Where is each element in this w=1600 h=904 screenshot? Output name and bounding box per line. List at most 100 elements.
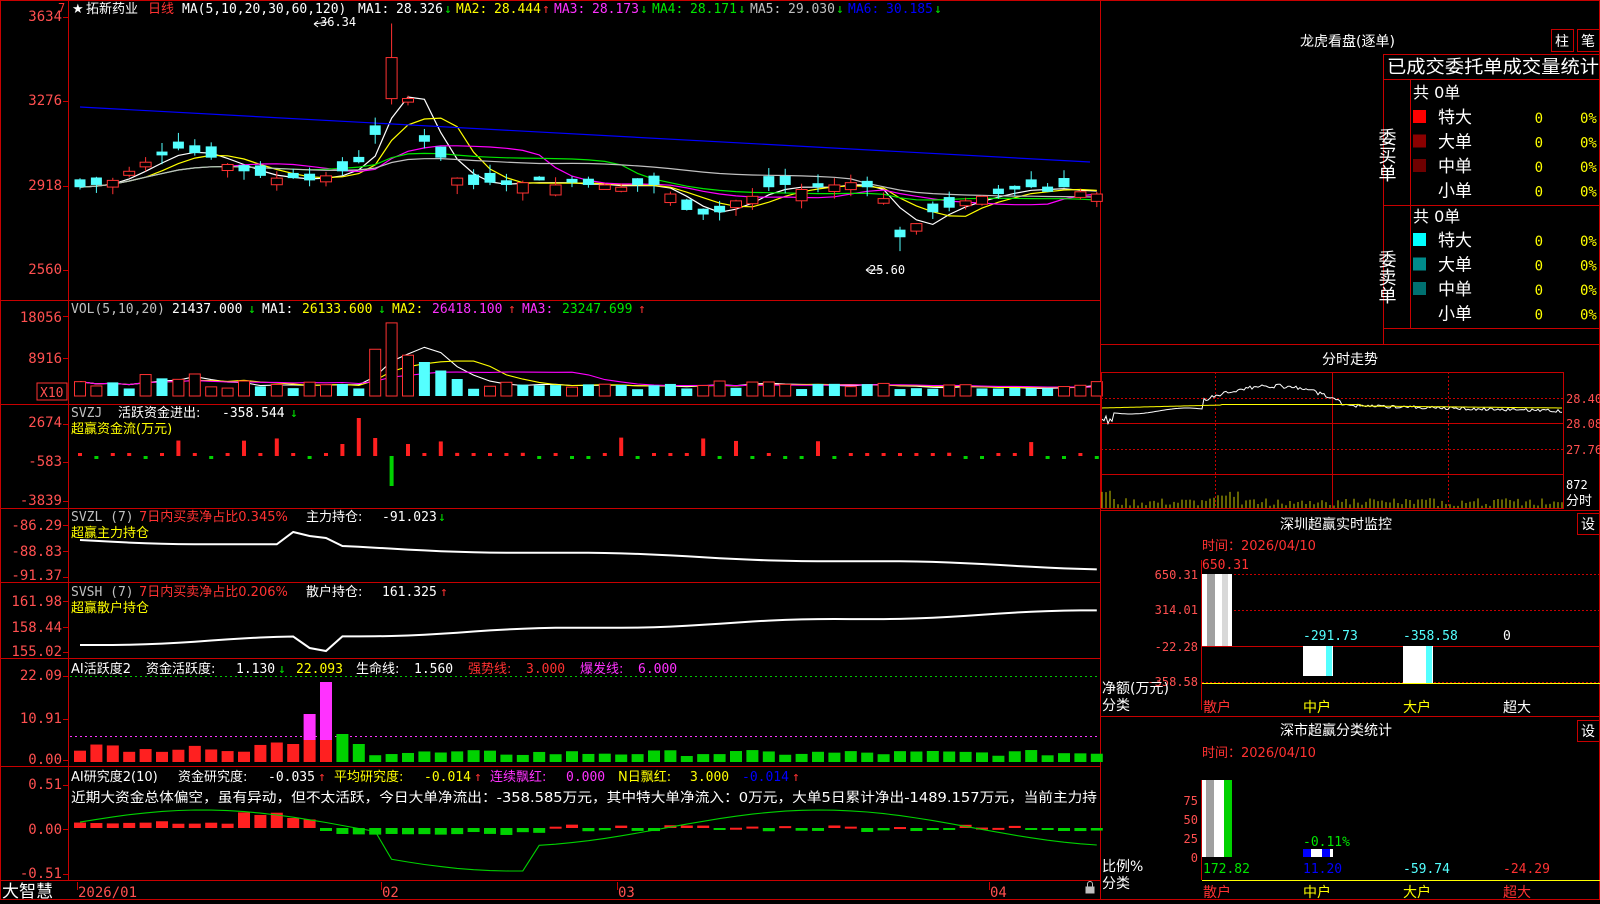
activity-bar	[762, 751, 775, 762]
volume-bar	[90, 385, 103, 397]
flow-bar	[373, 438, 378, 456]
candle-body	[877, 198, 890, 204]
activity-bar	[779, 754, 792, 762]
candle-body	[369, 125, 381, 135]
y-tick: 2918	[28, 178, 62, 194]
research-bar	[697, 825, 710, 828]
vol-y-axis: 18056 8916	[20, 310, 62, 367]
candle-body	[402, 98, 414, 103]
main-position-line	[79, 530, 1097, 571]
activity-bar	[434, 752, 447, 762]
flow-bar	[668, 453, 673, 456]
activity-bar	[500, 754, 513, 762]
candle-body	[500, 180, 512, 185]
ma2-value: 28.444	[494, 2, 541, 17]
y-tick: -86.29	[11, 518, 62, 534]
sz-bar-label: 0	[1503, 629, 1511, 644]
ma6-arrow: ↓	[934, 2, 942, 17]
activity-bar	[369, 755, 382, 762]
svzj-subtitle: 超赢资金流(万元)	[71, 421, 172, 437]
volume-bar	[681, 388, 693, 396]
research-bar	[746, 826, 759, 829]
activity-bar	[566, 751, 578, 762]
brand-logo[interactable]: 大智慧	[2, 882, 53, 902]
dragon-panel: 龙虎看盘(逐单) 柱 笔 已成交委托单成交量统计 共 0单 共 0单 委买单 委…	[1300, 29, 1600, 325]
research-bar	[779, 826, 792, 829]
stock-name[interactable]: 拓新药业	[86, 1, 138, 17]
flow-bar	[1029, 442, 1034, 456]
research-bar	[172, 823, 185, 828]
volume-bar	[188, 373, 201, 397]
dragon-row-count: 0	[1535, 308, 1543, 324]
ma1-label: MA1:	[358, 2, 389, 17]
ma5-value: 29.030	[788, 2, 835, 17]
activity-bar	[1008, 751, 1021, 762]
activity-bar	[139, 749, 152, 762]
research-bar	[631, 828, 644, 831]
svsh-y-axis: 161.98 158.44 155.02	[11, 594, 62, 660]
research-bar	[1041, 828, 1054, 830]
flow-bar	[389, 456, 394, 486]
activity-bar	[844, 751, 857, 762]
dragon-row-pct: 0%	[1580, 234, 1597, 250]
tick-view-button-label[interactable]: 笔	[1581, 34, 1595, 50]
sz-monitor-settings-label[interactable]: 设	[1581, 517, 1595, 533]
flow-bar	[1012, 453, 1017, 456]
research-bar	[795, 828, 808, 831]
ma3-arrow: ↓	[640, 2, 648, 17]
activity-bar	[418, 751, 431, 762]
ma2-label: MA2:	[456, 2, 487, 17]
research-bar	[549, 826, 562, 829]
dragon-row-name: 小单	[1438, 305, 1472, 325]
volume-bar	[107, 382, 119, 396]
flow-bar	[586, 456, 591, 459]
svzl-subtitle: 超赢主力持仓	[71, 525, 149, 541]
class-bar-retail	[1206, 780, 1214, 857]
bar-view-button-label[interactable]: 柱	[1555, 34, 1569, 50]
flow-bar	[406, 443, 410, 456]
volume-bar	[615, 385, 627, 396]
flow-bar	[930, 453, 935, 456]
sz-class-settings-label[interactable]: 设	[1581, 724, 1595, 740]
volume-bar	[500, 381, 513, 397]
research-bar	[402, 828, 414, 835]
candle-body	[779, 175, 791, 185]
y-tick: 158.44	[11, 620, 62, 636]
sz-monitor-bars: 650.31 -291.73 -358.58 0	[1202, 558, 1511, 683]
y-tick: 0.00	[28, 752, 62, 768]
volume-bar	[1074, 384, 1087, 397]
y-tick: 3634	[28, 9, 62, 25]
ai-research-f4: 3.000	[690, 770, 729, 785]
period-label[interactable]: 日线	[148, 2, 174, 17]
flow-bar	[602, 453, 607, 456]
svsh-arrow: ↑	[440, 585, 448, 600]
research-bar	[1025, 828, 1038, 830]
research-bar	[516, 828, 529, 833]
ai-research-f5: -0.014	[742, 770, 789, 785]
dragon-row-name: 中单	[1438, 280, 1472, 300]
alert-badge[interactable]: 7	[58, 1, 65, 15]
lock-icon[interactable]	[1085, 881, 1095, 894]
dragon-row-pct: 0%	[1580, 136, 1597, 152]
dragon-row-pct: 0%	[1580, 259, 1597, 275]
candle-body	[632, 178, 644, 185]
flow-bar	[980, 456, 984, 459]
flow-bar	[766, 453, 771, 456]
flow-bar	[947, 452, 952, 456]
activity-bar	[221, 751, 234, 762]
research-bar	[188, 823, 201, 828]
research-bar	[910, 828, 923, 832]
research-bar	[90, 823, 103, 828]
intraday-title: 分时走势	[1322, 352, 1378, 368]
class-value: 172.82	[1203, 862, 1250, 877]
volume-bar	[598, 383, 611, 397]
sell-group-text: 委卖单	[1376, 250, 1397, 304]
research-bar	[926, 828, 939, 830]
ai-research-f5-arrow: ↑	[792, 770, 800, 785]
main-chart-header: ★ 拓新药业 日线 MA(5,10,20,30,60,120) MA1: 28.…	[72, 1, 942, 17]
dragon-row-name: 特大	[1438, 108, 1472, 128]
intraday-vol-tick: 872	[1566, 478, 1588, 492]
favorite-star-icon[interactable]: ★	[72, 2, 84, 17]
candle-body	[730, 200, 742, 209]
scale-badge[interactable]: X10	[40, 386, 63, 401]
